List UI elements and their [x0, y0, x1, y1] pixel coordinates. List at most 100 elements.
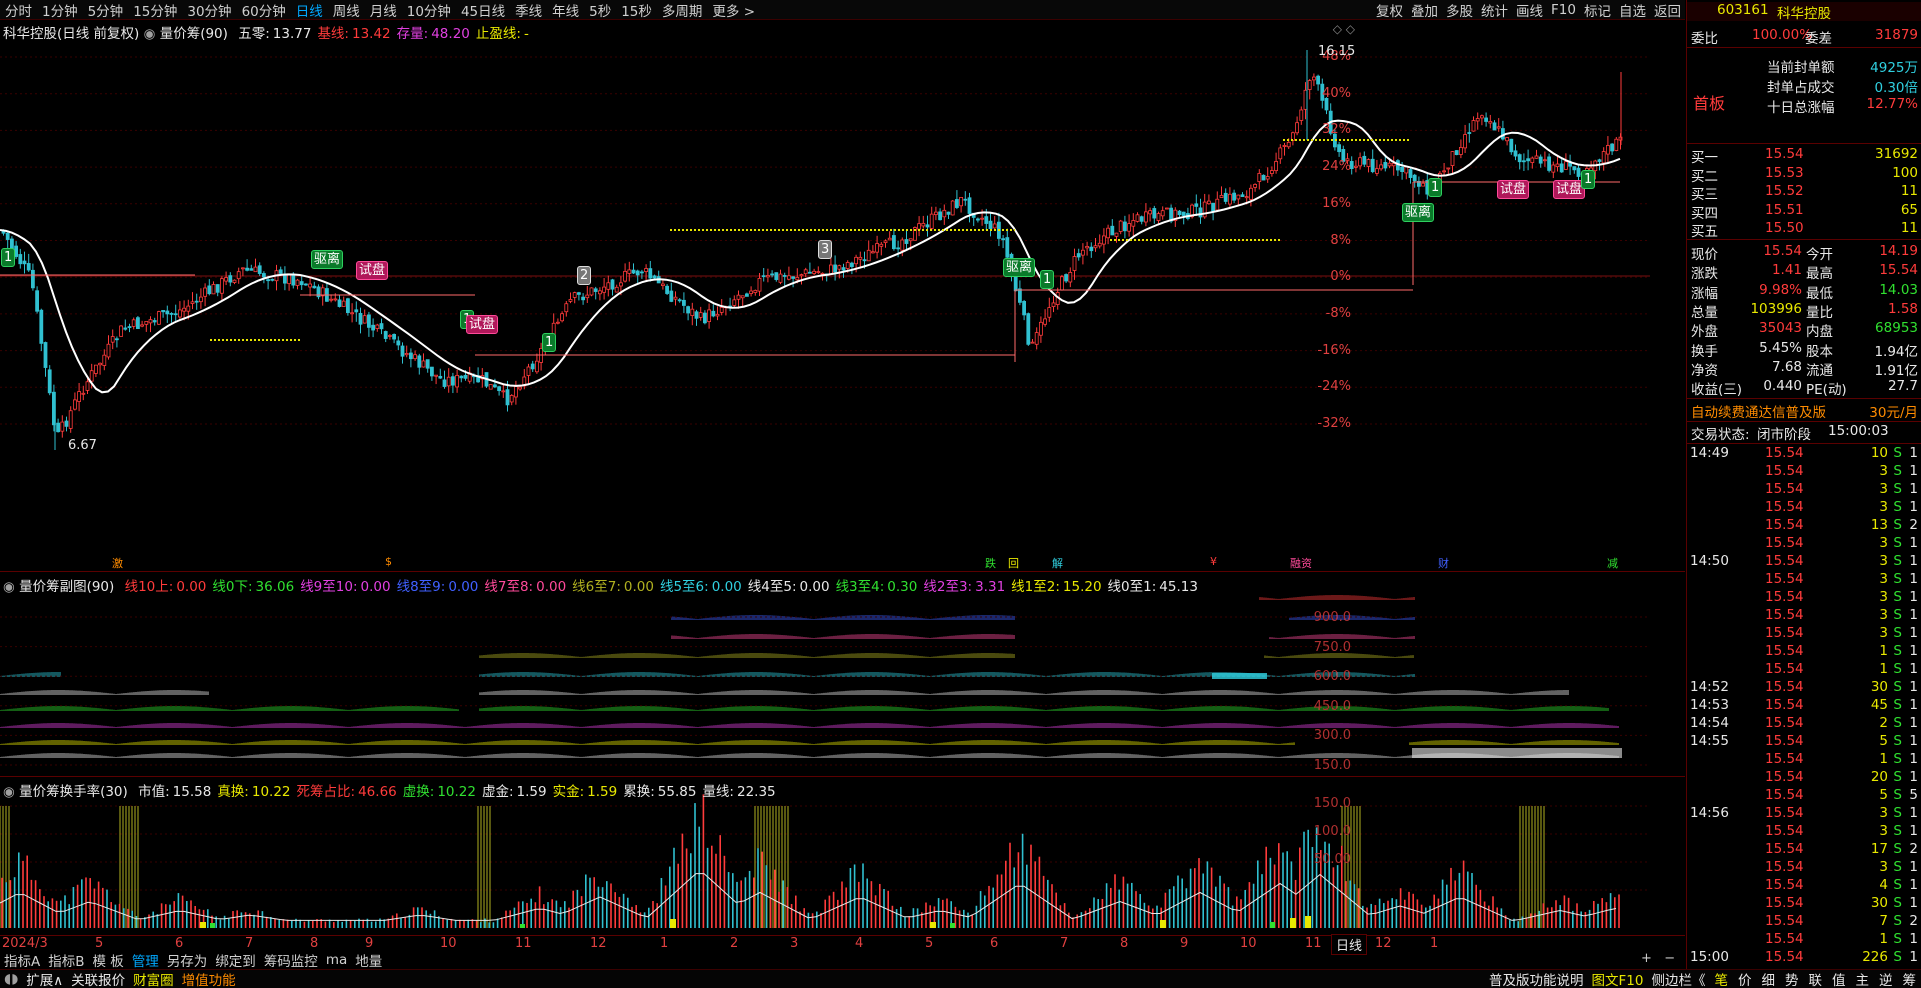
indicator-name[interactable]: 量价筹(90)	[160, 26, 228, 42]
toggle-icon[interactable]: ◖◗	[0, 971, 22, 987]
date-label: 8	[1120, 936, 1129, 951]
tick-row: 14:55 15.54 5 S 1	[1687, 733, 1921, 751]
toolbar-button[interactable]: 多股	[1442, 0, 1477, 19]
period-tab[interactable]: 季线	[510, 0, 547, 20]
side-tab[interactable]: 筹	[1898, 973, 1921, 988]
event-marker[interactable]: 解	[1052, 555, 1063, 571]
tick-side: S	[1893, 733, 1902, 749]
period-tab[interactable]: 45日线	[456, 0, 510, 20]
toolbar-button[interactable]: 统计	[1477, 0, 1512, 19]
toolbar-button[interactable]: 自选	[1615, 0, 1650, 19]
side-tab[interactable]: 联	[1804, 973, 1828, 988]
indicator-tab[interactable]: 管理	[128, 950, 163, 970]
indicator-value-label: 虚换:	[402, 784, 435, 800]
toolbar-button[interactable]: F10	[1547, 2, 1580, 18]
chip-sub-chart[interactable]: ◉ 量价筹副图(90) 线10上: 0.00 线0下: 36.06 线9至10: 0.00…	[0, 573, 1685, 777]
signal-tag[interactable]: 1	[542, 333, 557, 352]
period-tab[interactable]: 分时	[0, 0, 37, 20]
toolbar-button[interactable]: 画线	[1512, 0, 1547, 19]
event-marker[interactable]: 激	[112, 555, 123, 571]
period-tab[interactable]: 15分钟	[128, 0, 182, 20]
period-tab[interactable]: 10分钟	[402, 0, 456, 20]
quote-value: 1.91亿	[1874, 362, 1918, 379]
toolbar-button[interactable]: 标记	[1580, 0, 1615, 19]
toolbar-button[interactable]: 返回	[1650, 0, 1685, 19]
signal-tag[interactable]: 试盘	[1497, 180, 1530, 199]
sub1-toggle-icon[interactable]: ◉	[3, 579, 15, 595]
signal-tag[interactable]: 驱离	[1003, 258, 1036, 277]
toolbar-button[interactable]: 复权	[1372, 0, 1407, 19]
help-link[interactable]: 普及版功能说明	[1485, 969, 1588, 988]
period-tab[interactable]: 年线	[547, 0, 584, 20]
period-tab[interactable]: 1分钟	[37, 0, 83, 20]
indicator-tab[interactable]: 地量	[351, 950, 386, 970]
status-link[interactable]: 关联报价	[67, 973, 129, 988]
sidebar-toggle[interactable]: 侧边栏《	[1648, 969, 1710, 988]
indicator-value: 55.85	[657, 784, 697, 800]
chart-options-icon[interactable]: ◇ ◇	[1333, 22, 1355, 36]
signal-tag[interactable]: 2	[577, 266, 592, 285]
signal-tag[interactable]: 1	[1428, 178, 1443, 197]
indicator-tab[interactable]: 另存为	[163, 950, 212, 970]
side-tab[interactable]: 细	[1757, 973, 1781, 988]
indicator-tab[interactable]: 筹码监控	[260, 950, 322, 970]
indicator-tab[interactable]: ma	[322, 952, 351, 968]
period-tab[interactable]: 日线	[291, 0, 328, 20]
indicator-tab[interactable]: 绑定到	[211, 950, 260, 970]
tick-volume: 17	[1870, 841, 1888, 857]
event-marker[interactable]: 财	[1438, 555, 1449, 571]
main-kline-chart[interactable]: 科华控股(日线 前复权) ◉ 量价筹(90) 五零: 13.77 基线: 13.42 存…	[0, 20, 1685, 572]
side-tab[interactable]: 价	[1733, 973, 1757, 988]
period-tab[interactable]: 更多 >	[707, 0, 760, 20]
status-link[interactable]: 扩展∧	[22, 973, 67, 988]
period-tab[interactable]: 周线	[328, 0, 365, 20]
period-tab[interactable]: 60分钟	[237, 0, 291, 20]
turnover-sub-chart[interactable]: ◉ 量价筹换手率(30) 市值: 15.58 真换: 10.22 死筹占比: 46.66 虚…	[0, 778, 1685, 935]
signal-tag[interactable]: 1	[1, 248, 16, 267]
sub1-chart-title: ◉ 量价筹副图(90) 线10上: 0.00 线0下: 36.06 线9至10: 0.00…	[3, 575, 1198, 595]
sub2-toggle-icon[interactable]: ◉	[3, 784, 15, 800]
status-link[interactable]: 增值功能	[178, 973, 240, 988]
zoom-controls[interactable]: + −	[1641, 951, 1675, 966]
ad-price[interactable]: 30元/月	[1869, 401, 1918, 421]
indicator-value: 0.00	[799, 579, 830, 595]
event-marker[interactable]: 跌	[985, 555, 996, 571]
period-tab[interactable]: 5分钟	[83, 0, 129, 20]
ad-row[interactable]: 自动续费通达信普及版 30元/月	[1687, 401, 1921, 421]
sub1-title[interactable]: 量价筹副图(90)	[19, 579, 114, 595]
event-marker[interactable]: ¥	[1210, 555, 1217, 568]
period-tab[interactable]: 多周期	[657, 0, 708, 20]
period-tab[interactable]: 30分钟	[182, 0, 236, 20]
period-tab[interactable]: 15秒	[616, 0, 657, 20]
signal-tag[interactable]: 1	[1040, 270, 1055, 289]
event-marker[interactable]: 减	[1607, 555, 1618, 571]
bid-row: 买一 15.54 31692	[1687, 146, 1921, 166]
signal-tag[interactable]: 3	[818, 240, 833, 259]
signal-tag[interactable]: 1	[1581, 170, 1596, 189]
indicator-toggle-icon[interactable]: ◉	[144, 26, 156, 42]
side-tab[interactable]: 主	[1851, 973, 1875, 988]
tick-row: 14:53 15.54 45 S 1	[1687, 697, 1921, 715]
signal-tag[interactable]: 试盘	[466, 315, 499, 334]
signal-tag[interactable]: 驱离	[311, 250, 344, 269]
ad-text[interactable]: 自动续费通达信普及版	[1691, 401, 1826, 421]
signal-tag[interactable]: 驱离	[1402, 203, 1435, 222]
period-tab[interactable]: 5秒	[584, 0, 616, 20]
sub2-title[interactable]: 量价筹换手率(30)	[19, 784, 128, 800]
side-tab[interactable]: 逆	[1874, 973, 1898, 988]
side-tab[interactable]: 势	[1780, 973, 1804, 988]
period-tab[interactable]: 月线	[365, 0, 402, 20]
toolbar-button[interactable]: 叠加	[1407, 0, 1442, 19]
indicator-tab[interactable]: 指标A	[0, 950, 44, 970]
side-tab[interactable]: 值	[1827, 973, 1851, 988]
status-link[interactable]: 财富圈	[129, 973, 178, 988]
event-marker[interactable]: 融资	[1290, 555, 1312, 571]
event-marker[interactable]: $	[385, 555, 392, 568]
indicator-tab[interactable]: 模 板	[89, 950, 128, 970]
side-tab[interactable]: 笔	[1710, 973, 1734, 988]
f10-link[interactable]: 图文F10	[1588, 969, 1648, 988]
signal-tag[interactable]: 试盘	[356, 261, 389, 280]
indicator-value-label: 累换:	[623, 784, 655, 800]
indicator-tab[interactable]: 指标B	[44, 950, 88, 970]
event-marker[interactable]: 回	[1008, 555, 1019, 571]
